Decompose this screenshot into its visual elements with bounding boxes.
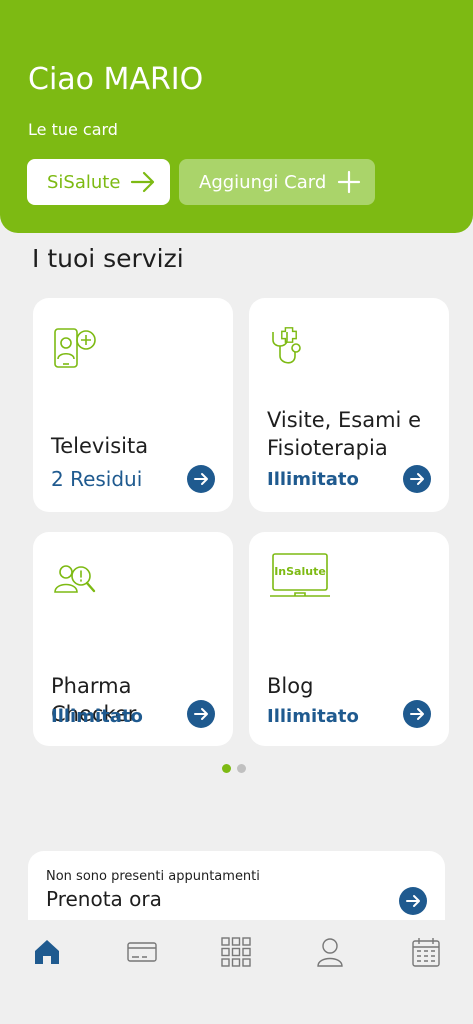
service-tile-blog[interactable]: InSalute Blog Illimitato [249,532,449,746]
appointments-card[interactable]: Non sono presenti appuntamenti Prenota o… [28,851,445,931]
profile-icon[interactable] [314,936,346,968]
arrow-circle-icon[interactable] [399,887,427,915]
header: Ciao MARIO Le tue card SiSalute Aggiungi… [0,0,473,233]
arrow-circle-icon[interactable] [187,700,215,728]
appointments-note: Non sono presenti appuntamenti [46,869,260,884]
arrow-circle-icon[interactable] [403,465,431,493]
service-tile-visite[interactable]: Visite, Esami e Fisioterapia Illimitato [249,298,449,512]
service-name: Televisita [51,434,149,458]
bottom-tab-bar [0,920,473,1024]
home-icon[interactable] [31,936,63,968]
calendar-icon[interactable] [410,936,442,968]
services-title: I tuoi servizi [32,244,184,273]
cards-label: Le tue card [28,120,118,139]
add-card-label: Aggiungi Card [199,171,327,193]
service-tile-televisita[interactable]: Televisita 2 Residui [33,298,233,512]
service-status: Illimitato [267,469,359,490]
pager-dots[interactable] [222,764,246,773]
card-icon[interactable] [126,936,158,968]
arrow-right-icon [130,171,156,193]
service-tile-pharma-checker[interactable]: Pharma Checker Illimitato [33,532,233,746]
arrow-circle-icon[interactable] [187,465,215,493]
stethoscope-icon [269,326,315,376]
service-status: Illimitato [51,706,143,727]
service-status: Illimitato [267,706,359,727]
plus-icon [337,170,361,194]
grid-icon[interactable] [220,936,252,968]
pager-dot[interactable] [237,764,246,773]
greeting: Ciao MARIO [28,62,204,97]
sisalute-card-button[interactable]: SiSalute [27,159,170,205]
add-card-button[interactable]: Aggiungi Card [179,159,375,205]
doctor-phone-icon [53,326,99,376]
laptop-icon-text: InSalute [274,565,326,578]
service-status: 2 Residui [51,467,143,491]
pager-dot-active[interactable] [222,764,231,773]
laptop-icon: InSalute [269,552,331,604]
arrow-circle-icon[interactable] [403,700,431,728]
sisalute-card-label: SiSalute [47,171,121,193]
person-search-icon [53,560,99,610]
service-name: Visite, Esami e Fisioterapia [267,408,421,460]
book-now-label[interactable]: Prenota ora [46,887,162,911]
service-name: Blog [267,674,314,698]
